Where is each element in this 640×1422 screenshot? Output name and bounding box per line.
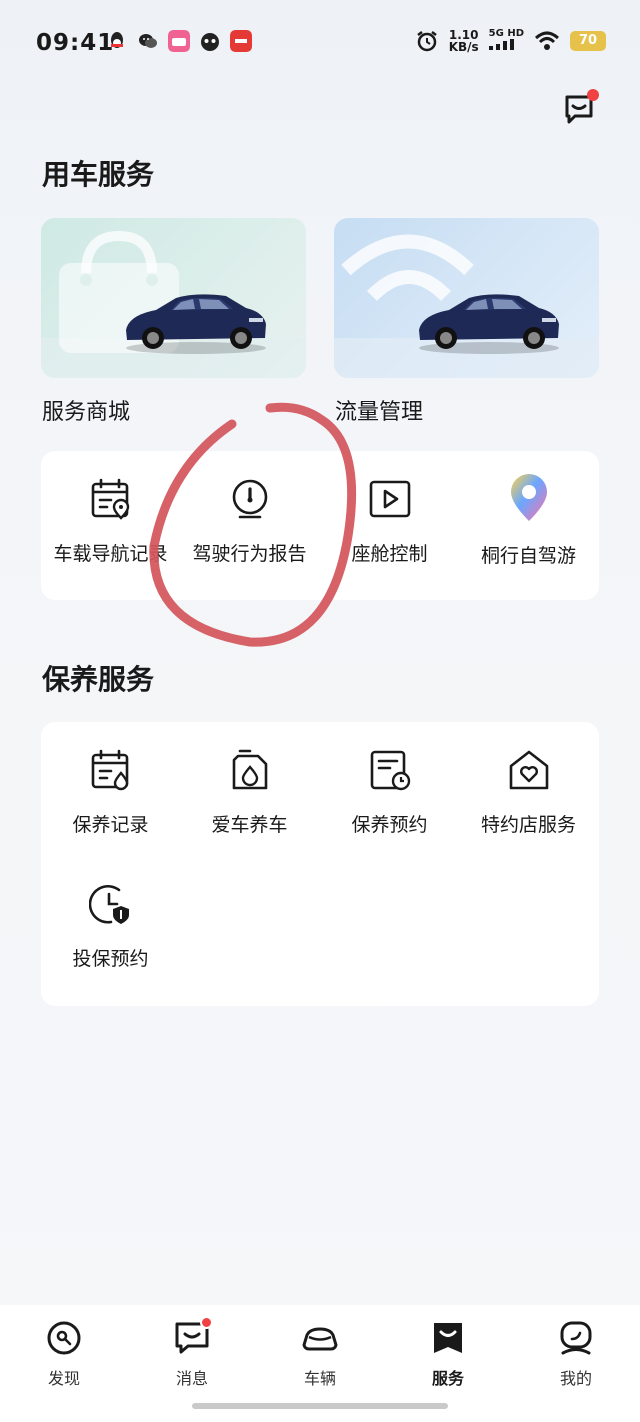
- nav-services[interactable]: 服务: [408, 1319, 488, 1389]
- play-screen-icon: [369, 480, 410, 518]
- nav-profile-label: 我的: [559, 1369, 592, 1388]
- flow-card-illustration: [334, 234, 599, 378]
- qq-icon: [111, 32, 123, 48]
- car-care-label: 爱车养车: [211, 814, 288, 836]
- dealer-service-item[interactable]: 特约店服务: [459, 748, 598, 837]
- car-image: [419, 294, 559, 354]
- maintenance-record-label: 保养记录: [72, 814, 149, 836]
- cabin-control-item[interactable]: 座舱控制: [320, 477, 459, 566]
- nav-discover-label: 发现: [47, 1369, 80, 1388]
- road-trip-label: 桐行自驾游: [480, 545, 576, 567]
- maintenance-booking-label: 保养预约: [351, 814, 428, 836]
- insurance-booking-label: 投保预约: [72, 948, 149, 970]
- service-icon: [434, 1323, 462, 1353]
- profile-icon: [560, 1321, 592, 1355]
- nav-record-label: 车载导航记录: [53, 543, 168, 565]
- maintenance-record-item[interactable]: 保养记录: [41, 748, 180, 837]
- shop-card-illustration: [41, 230, 306, 378]
- service-shop-card[interactable]: [41, 218, 306, 378]
- home-indicator[interactable]: [192, 1403, 448, 1409]
- data-management-label: 流量管理: [335, 400, 424, 425]
- driving-report-label: 驾驶行为报告: [192, 543, 307, 565]
- section-title-maintenance: 保养服务: [42, 663, 155, 696]
- speed-unit: KB/s: [448, 39, 479, 54]
- data-management-card[interactable]: [334, 218, 599, 378]
- store-heart-icon: [509, 750, 548, 790]
- bilibili-icon: [168, 30, 190, 52]
- vehicle-services-panel: 车载导航记录 驾驶行为报告 座舱控制 桐行自驾游: [41, 451, 599, 600]
- car-care-item[interactable]: 爱车养车: [180, 748, 319, 837]
- car-icon: [302, 1327, 338, 1351]
- document-clock-icon: [370, 750, 410, 791]
- top-message-button[interactable]: [562, 89, 599, 126]
- cat-app-icon: [201, 33, 219, 51]
- xiaohongshu-icon: [230, 30, 252, 52]
- nav-vehicle-label: 车辆: [303, 1369, 336, 1388]
- road-trip-item[interactable]: 桐行自驾游: [459, 474, 598, 568]
- driving-report-item[interactable]: 驾驶行为报告: [180, 477, 319, 566]
- map-pin-icon: [510, 474, 547, 521]
- nav-record-item[interactable]: 车载导航记录: [41, 477, 180, 566]
- wechat-icon: [139, 34, 157, 48]
- service-shop-label: 服务商城: [42, 400, 131, 425]
- status-app-icons: [106, 30, 252, 52]
- section-title-vehicle-services: 用车服务: [42, 158, 155, 191]
- discover-icon: [47, 1321, 81, 1355]
- clock-shield-icon: [88, 885, 129, 924]
- network-indicator: 5G HD: [488, 28, 524, 53]
- dealer-service-label: 特约店服务: [480, 814, 576, 836]
- network-speed: 1.10 KB/s: [449, 29, 479, 53]
- speedometer-icon: [232, 479, 267, 519]
- network-type: 5G HD: [488, 28, 524, 39]
- status-right: 1.10 KB/s 5G HD 70: [415, 28, 606, 53]
- insurance-booking-item[interactable]: 投保预约: [41, 882, 180, 971]
- oil-can-icon: [232, 749, 267, 790]
- nav-services-label: 服务: [431, 1369, 464, 1388]
- calendar-drop-icon: [91, 749, 128, 791]
- nav-profile[interactable]: 我的: [536, 1319, 616, 1389]
- status-bar: 09:41 1.10 KB/s 5G HD 70: [0, 0, 640, 88]
- speed-value: 1.10: [448, 27, 479, 42]
- nav-discover[interactable]: 发现: [24, 1319, 104, 1389]
- nav-messages[interactable]: 消息: [152, 1316, 232, 1389]
- calendar-location-icon: [91, 478, 129, 520]
- nav-vehicle[interactable]: 车辆: [280, 1319, 360, 1389]
- maintenance-booking-item[interactable]: 保养预约: [320, 748, 459, 837]
- maintenance-services-panel: 保养记录 爱车养车 保养预约 特约店服务 投保预约: [41, 722, 599, 1006]
- messages-notification-dot: [200, 1316, 213, 1329]
- status-time: 09:41: [36, 30, 115, 56]
- cabin-control-label: 座舱控制: [351, 543, 428, 565]
- signal-icon: [488, 39, 514, 50]
- nav-messages-label: 消息: [175, 1369, 208, 1388]
- notification-dot: [587, 89, 599, 101]
- alarm-icon: [416, 30, 437, 51]
- wifi-icon: [534, 31, 560, 50]
- battery-indicator: 70: [570, 30, 606, 51]
